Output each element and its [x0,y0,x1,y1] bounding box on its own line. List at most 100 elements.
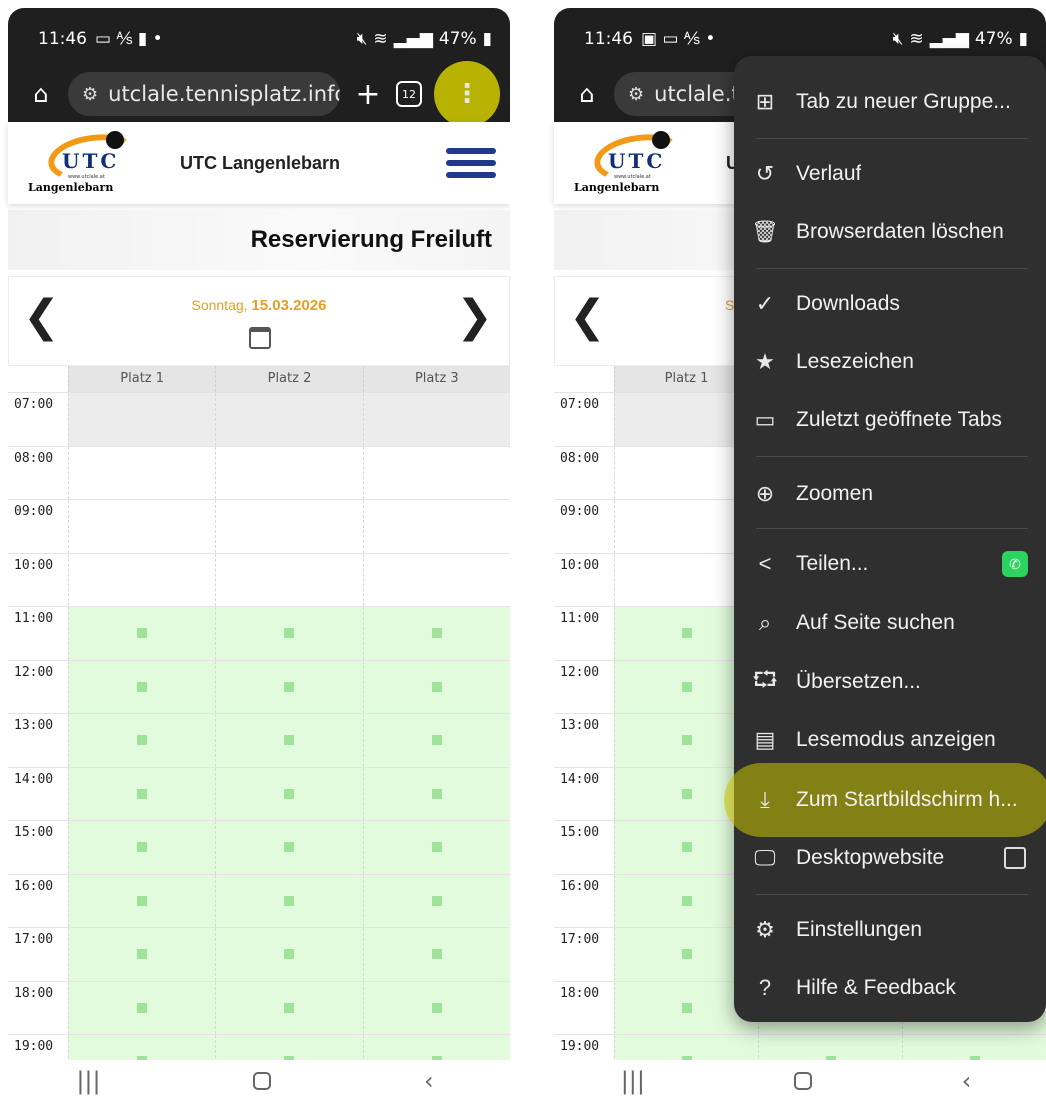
time-row: 15:00 [8,820,510,874]
slot-cell[interactable] [362,767,510,820]
back-icon[interactable]: ‹ [962,1067,972,1095]
free-slot-marker [681,681,692,692]
wifi-icon: ≋ [373,29,388,49]
menu-item-tab-group[interactable]: ⊞ Tab zu neuer Gruppe... [734,74,1046,130]
slot-cell[interactable] [362,393,510,446]
slot-cell[interactable] [68,714,216,767]
tab-group-icon: ⊞ [755,89,775,114]
slot-cell[interactable] [362,714,510,767]
notification-icons: ▭ ⅍ ▮ • [95,29,163,49]
slot-cell[interactable] [362,981,510,1034]
slot-cell[interactable] [68,821,216,874]
slot-cell[interactable] [68,607,216,660]
menu-item-history[interactable]: ↺ Verlauf [734,146,1046,202]
slot-cell[interactable] [215,660,363,713]
slot-cell[interactable] [215,928,363,981]
next-day-icon[interactable]: ❯ [456,291,493,342]
slot-cell[interactable] [68,500,215,553]
menu-item-find[interactable]: ⌕ Auf Seite suchen [734,595,1046,651]
site-settings-icon[interactable]: ⚙ [628,84,644,105]
slot-cell[interactable] [215,607,363,660]
slot-cell[interactable] [362,500,510,553]
slot-cell[interactable] [68,928,216,981]
nav-home-icon[interactable] [253,1072,272,1090]
slot-cell[interactable] [215,553,362,606]
menu-item-help[interactable]: ? Hilfe & Feedback [734,960,1046,1016]
devices-icon: ▭ [754,407,776,432]
menu-item-recent-tabs[interactable]: ▭ Zuletzt geöffnete Tabs [734,392,1046,448]
home-icon[interactable]: ⌂ [572,79,602,109]
club-logo[interactable]: UTC www.utclale.at Langenlebarn [28,127,158,199]
desktop-site-checkbox[interactable] [1004,847,1026,869]
recents-icon[interactable]: ||| [621,1067,645,1095]
whatsapp-icon[interactable]: ✆ [1002,551,1028,577]
slot-cell[interactable] [362,928,510,981]
time-row: 17:00 [8,927,510,981]
free-slot-marker [431,895,442,906]
menu-item-downloads[interactable]: ✓ Downloads [734,276,1046,332]
slot-cell[interactable] [215,874,363,927]
free-slot-marker [137,949,148,960]
slot-cell[interactable] [68,660,216,713]
slot-cell[interactable] [362,660,510,713]
slot-cell[interactable] [215,981,363,1034]
tab-switcher-icon[interactable]: 12 [396,81,422,107]
hamburger-menu-icon[interactable] [446,148,496,178]
download-icon: ✓ [755,291,775,316]
desktop-icon: 🖵︎ [754,845,776,870]
recents-icon[interactable]: ||| [76,1067,100,1095]
slot-cell[interactable] [68,553,215,606]
menu-item-add-to-home[interactable]: ⤓ Zum Startbildschirm h... [734,772,1046,828]
new-tab-icon[interactable]: + [352,77,384,112]
slot-cell[interactable] [68,393,216,446]
court-header: Platz 1 [68,366,215,392]
mute-icon: 🔇︎ [892,29,904,49]
wifi-icon: ≋ [909,29,924,49]
slot-cell[interactable] [215,500,362,553]
back-icon[interactable]: ‹ [424,1067,434,1095]
slot-cell[interactable] [362,446,510,499]
court-header: Platz 2 [215,366,362,392]
screenshot-right: 11:46 ▣ ▭ ⅍ • 🔇︎ ≋ ▂▄▆ 47% ▮ ⌂ ⚙ utclale.te U… [546,0,1046,1102]
slot-cell[interactable] [68,446,215,499]
overflow-menu-icon[interactable]: ⋮ [434,61,500,127]
status-bar: 11:46 ▣ ▭ ⅍ • 🔇︎ ≋ ▂▄▆ 47% ▮ [584,28,1028,50]
nav-home-icon[interactable] [794,1072,813,1090]
slot-cell[interactable] [362,607,510,660]
home-icon[interactable]: ⌂ [26,79,56,109]
menu-item-zoom[interactable]: ⊕ Zoomen [734,466,1046,522]
menu-item-reader[interactable]: ▤ Lesemodus anzeigen [734,712,1046,768]
slot-cell[interactable] [215,393,363,446]
slot-cell[interactable] [362,553,510,606]
time-label: 09:00 [14,504,54,519]
site-header: UTC www.utclale.at Langenlebarn UTC Lang… [8,122,510,204]
slot-cell[interactable] [215,714,363,767]
menu-item-settings[interactable]: ⚙ Einstellungen [734,902,1046,958]
calendar-icon[interactable] [249,327,271,349]
court-header: Platz 3 [362,366,510,392]
slot-cell[interactable] [68,981,216,1034]
slot-cell[interactable] [215,446,362,499]
menu-item-clear-data[interactable]: 🗑︎ Browserdaten löschen [734,204,1046,260]
slot-cell[interactable] [362,874,510,927]
club-logo[interactable]: UTC www.utclale.at Langenlebarn [574,127,704,199]
menu-item-translate[interactable]: ⮔ Übersetzen... [734,654,1046,710]
site-settings-icon[interactable]: ⚙ [82,84,98,105]
slot-cell[interactable] [215,821,363,874]
url-bar[interactable]: ⚙ utclale.tennisplatz.info [68,72,340,116]
slot-cell[interactable] [68,874,216,927]
previous-day-icon[interactable]: ❮ [569,291,606,342]
time-label: 18:00 [560,985,600,1001]
slot-cell[interactable] [362,821,510,874]
site-title: UTC Langenlebarn [180,152,341,173]
time-label: 16:00 [14,878,54,894]
free-slot-marker [431,1002,442,1013]
slot-cell[interactable] [215,767,363,820]
page-title: Reservierung Freiluft [8,210,510,270]
slot-cell[interactable] [68,767,216,820]
time-row: 07:00 [8,392,510,446]
menu-item-share[interactable]: < Teilen... ✆ [734,536,1046,592]
time-row: 08:00 [8,445,510,499]
menu-item-desktop-site[interactable]: 🖵︎ Desktopwebsite [734,830,1046,886]
menu-item-bookmarks[interactable]: ★ Lesezeichen [734,334,1046,390]
